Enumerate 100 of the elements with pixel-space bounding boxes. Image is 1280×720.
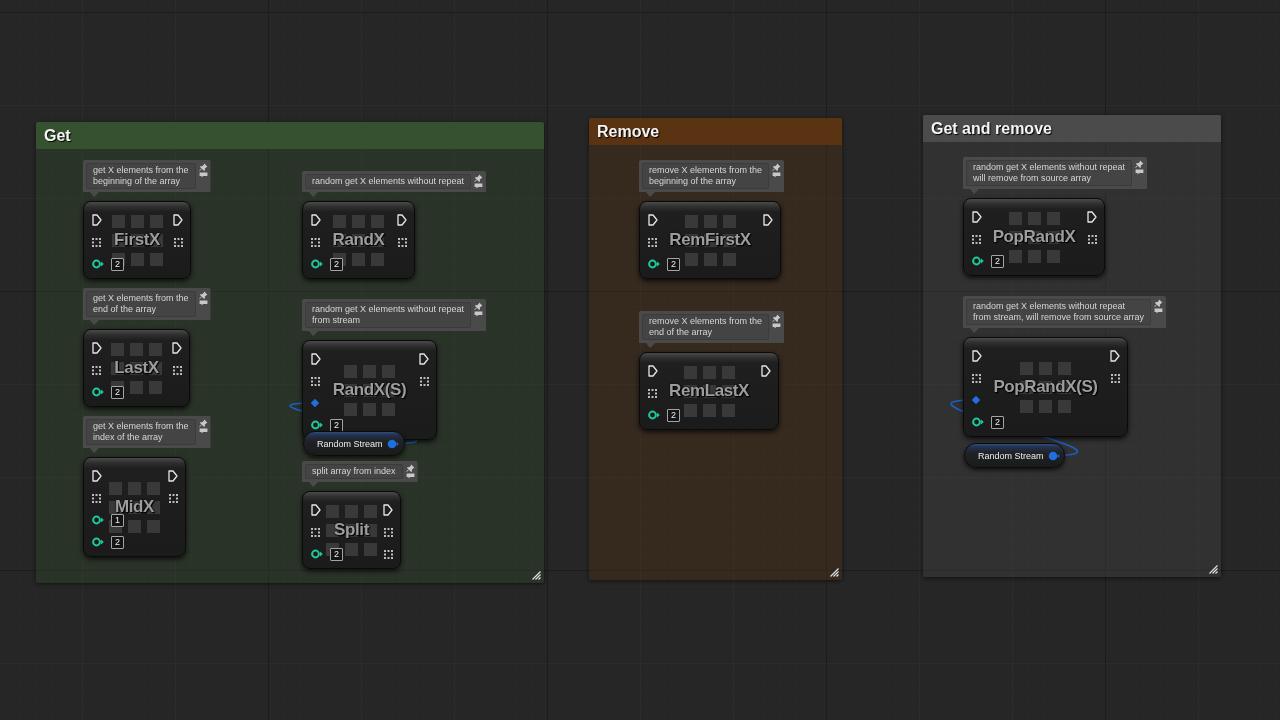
stream-pin-icon[interactable] xyxy=(972,396,980,404)
pin-and-bubble-icon[interactable] xyxy=(1154,299,1164,314)
comment-text: random get X elements without repeat from stream, will remove from source array xyxy=(966,299,1152,325)
pin-and-bubble-icon[interactable] xyxy=(198,419,208,434)
exec-pin-icon[interactable] xyxy=(972,211,982,223)
array-pin-icon[interactable] xyxy=(420,376,429,386)
array-pin-icon[interactable] xyxy=(174,237,183,247)
array-pin-icon[interactable] xyxy=(92,365,101,375)
pin-and-bubble-icon[interactable] xyxy=(772,314,782,329)
array-pin-icon[interactable] xyxy=(311,527,320,537)
grid-icon xyxy=(111,214,163,266)
pin-and-bubble-icon[interactable] xyxy=(198,163,208,178)
exec-pin-icon[interactable] xyxy=(168,470,178,482)
array-pin-icon[interactable] xyxy=(384,527,393,537)
array-pin-icon[interactable] xyxy=(648,388,657,398)
exec-pin-icon[interactable] xyxy=(1110,350,1120,362)
pin-and-bubble-icon[interactable] xyxy=(474,174,484,189)
array-pin-icon[interactable] xyxy=(1088,234,1097,244)
integer-pin-icon[interactable] xyxy=(92,387,104,397)
array-pin-icon[interactable] xyxy=(972,373,981,383)
value-field[interactable]: 2 xyxy=(667,408,680,422)
comment-text: random get X elements without repeat will remove from source array xyxy=(966,160,1133,186)
integer-pin-icon[interactable] xyxy=(311,259,323,269)
integer-pin-icon[interactable] xyxy=(311,549,323,559)
node-title: Split xyxy=(334,520,369,540)
exec-pin-icon[interactable] xyxy=(92,342,102,354)
resize-handle-icon[interactable] xyxy=(1208,564,1218,574)
node-title: RemFirstX xyxy=(669,230,751,250)
array-pin-icon[interactable] xyxy=(1111,373,1120,383)
pin-and-bubble-icon[interactable] xyxy=(1135,160,1145,175)
exec-pin-icon[interactable] xyxy=(419,353,429,365)
pin-and-bubble-icon[interactable] xyxy=(405,464,415,479)
node-title: PopRandX xyxy=(992,227,1076,247)
comment-text: random get X elements without repeat xyxy=(305,174,472,189)
comment-text: get X elements from the beginning of the array xyxy=(86,163,196,189)
comment-box-header: Remove xyxy=(589,118,842,145)
comment-text: random get X elements without repeat from stream xyxy=(305,302,472,328)
integer-pin-icon[interactable] xyxy=(92,259,104,269)
array-pin-icon[interactable] xyxy=(311,376,320,386)
integer-pin-icon[interactable] xyxy=(92,515,104,525)
pin-and-bubble-icon[interactable] xyxy=(474,302,484,317)
exec-pin-icon[interactable] xyxy=(1087,211,1097,223)
value-field[interactable]: 2 xyxy=(330,418,343,432)
array-pin-icon[interactable] xyxy=(972,234,981,244)
exec-pin-icon[interactable] xyxy=(761,365,771,377)
comment-text: get X elements from the end of the array xyxy=(86,291,196,317)
variable-name: Random Stream xyxy=(978,449,1044,462)
node-title: FirstX xyxy=(114,230,160,250)
resize-handle-icon[interactable] xyxy=(531,570,541,580)
array-pin-icon[interactable] xyxy=(173,365,182,375)
integer-pin-icon[interactable] xyxy=(648,410,660,420)
exec-pin-icon[interactable] xyxy=(92,470,102,482)
integer-pin-icon[interactable] xyxy=(311,420,323,430)
pin-and-bubble-icon[interactable] xyxy=(772,163,782,178)
exec-pin-icon[interactable] xyxy=(763,214,773,226)
integer-pin-icon[interactable] xyxy=(972,256,984,266)
exec-pin-icon[interactable] xyxy=(397,214,407,226)
node-title: PopRandX(S) xyxy=(993,377,1098,397)
array-pin-icon[interactable] xyxy=(384,549,393,559)
integer-pin-icon[interactable] xyxy=(92,537,104,547)
stream-pin-icon[interactable] xyxy=(386,438,399,449)
stream-pin-icon[interactable] xyxy=(311,399,319,407)
array-pin-icon[interactable] xyxy=(92,493,101,503)
integer-pin-icon[interactable] xyxy=(648,259,660,269)
exec-pin-icon[interactable] xyxy=(92,214,102,226)
value-field[interactable]: 1 xyxy=(111,513,124,527)
exec-pin-icon[interactable] xyxy=(172,342,182,354)
grid-icon xyxy=(326,504,377,556)
array-pin-icon[interactable] xyxy=(648,237,657,247)
exec-pin-icon[interactable] xyxy=(311,214,321,226)
node-title: RemLastX xyxy=(669,381,749,401)
comment-box-header: Get and remove xyxy=(923,115,1221,142)
array-pin-icon[interactable] xyxy=(169,493,178,503)
exec-pin-icon[interactable] xyxy=(648,214,658,226)
grid-icon xyxy=(333,214,384,266)
exec-pin-icon[interactable] xyxy=(311,353,321,365)
node-title: LastX xyxy=(114,358,159,378)
grid-icon xyxy=(111,342,162,394)
comment-text: split array from index xyxy=(305,464,403,479)
comment-text: get X elements from the index of the array xyxy=(86,419,196,445)
array-pin-icon[interactable] xyxy=(311,237,320,247)
stream-pin-icon[interactable] xyxy=(1047,450,1060,461)
exec-pin-icon[interactable] xyxy=(648,365,658,377)
value-field[interactable]: 2 xyxy=(667,257,680,271)
variable-name: Random Stream xyxy=(317,437,383,450)
value-field[interactable]: 2 xyxy=(111,535,124,549)
node-title: RandX xyxy=(332,230,385,250)
exec-pin-icon[interactable] xyxy=(383,504,393,516)
array-pin-icon[interactable] xyxy=(92,237,101,247)
pin-and-bubble-icon[interactable] xyxy=(198,291,208,306)
comment-text: remove X elements from the end of the array xyxy=(642,314,770,340)
value-field[interactable]: 2 xyxy=(991,415,1004,429)
integer-pin-icon[interactable] xyxy=(972,417,984,427)
exec-pin-icon[interactable] xyxy=(311,504,321,516)
exec-pin-icon[interactable] xyxy=(173,214,183,226)
resize-handle-icon[interactable] xyxy=(829,567,839,577)
value-field[interactable]: 2 xyxy=(991,254,1004,268)
comment-text: remove X elements from the beginning of the array xyxy=(642,163,770,189)
exec-pin-icon[interactable] xyxy=(972,350,982,362)
array-pin-icon[interactable] xyxy=(398,237,407,247)
